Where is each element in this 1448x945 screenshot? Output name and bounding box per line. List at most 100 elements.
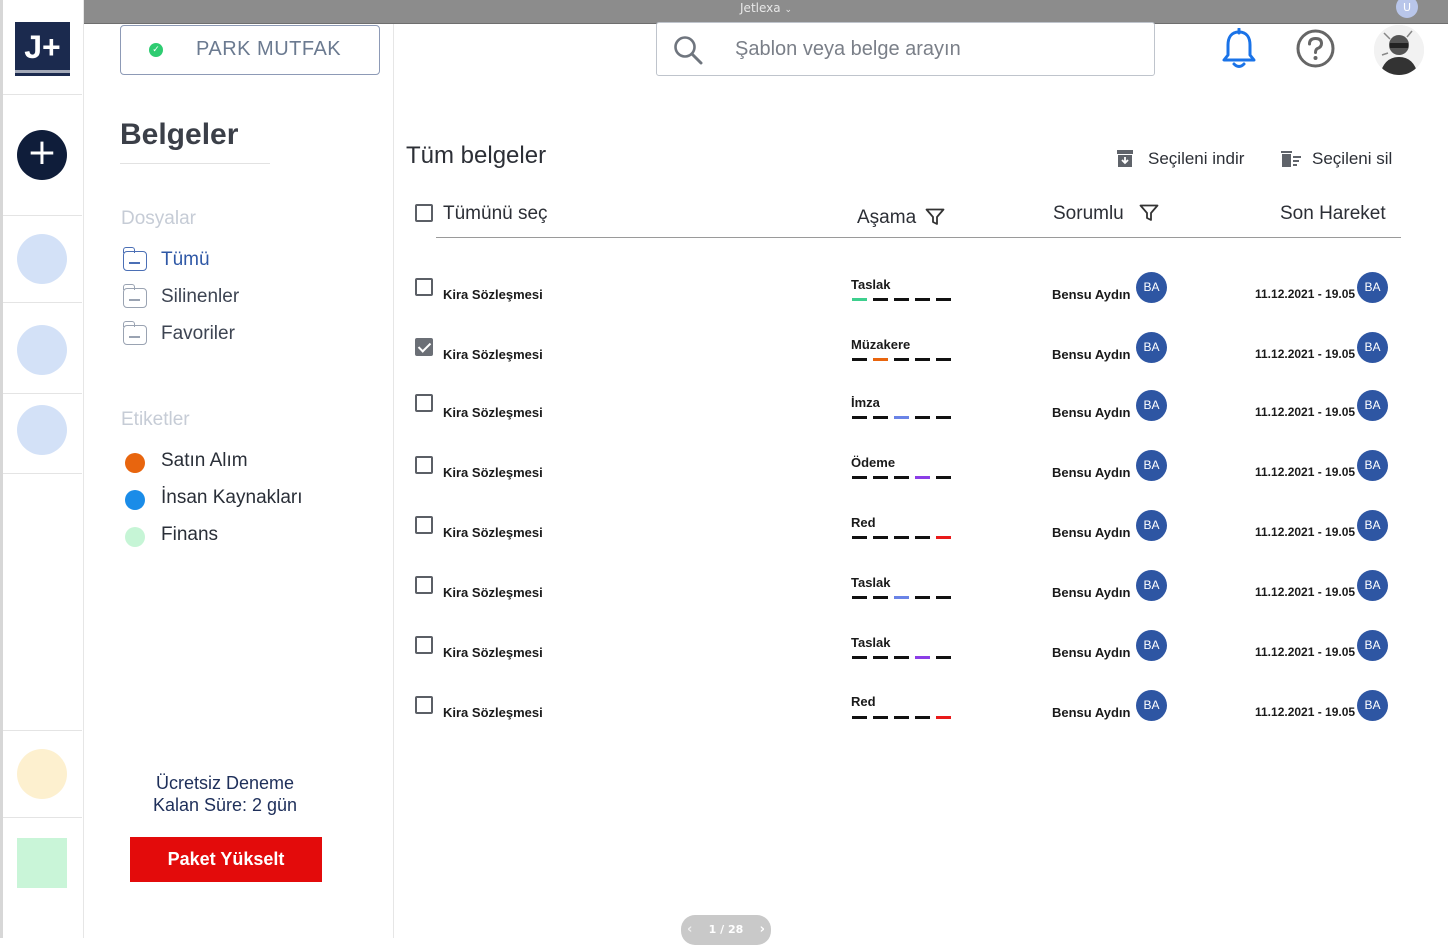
tag-item-purchasing[interactable]: Satın Alım <box>125 450 365 474</box>
last-activity-avatar[interactable]: BA <box>1357 630 1388 661</box>
column-header-last-activity[interactable]: Son Hareket <box>1280 203 1386 225</box>
chevron-right-icon[interactable]: › <box>760 915 765 945</box>
document-name[interactable]: Kira Sözleşmesi <box>443 705 543 720</box>
download-selected-button[interactable]: Seçileni indir <box>1116 147 1256 171</box>
rail-divider <box>3 94 82 95</box>
rail-app-tile[interactable] <box>17 838 67 888</box>
chevron-left-icon[interactable]: ‹ <box>687 915 692 945</box>
user-avatar[interactable] <box>1374 25 1424 75</box>
stage-progress-segment <box>894 536 909 539</box>
row-checkbox[interactable] <box>415 696 433 714</box>
owner-name: Bensu Aydın <box>1052 705 1131 720</box>
stage-progress-segment <box>894 476 909 479</box>
document-name[interactable]: Kira Sözleşmesi <box>443 287 543 302</box>
folder-item-deleted[interactable]: Silinenler <box>122 284 353 310</box>
document-name[interactable]: Kira Sözleşmesi <box>443 585 543 600</box>
upgrade-plan-button[interactable]: Paket Yükselt <box>130 837 322 882</box>
folder-item-all[interactable]: Tümü <box>122 247 353 273</box>
owner-name: Bensu Aydın <box>1052 405 1131 420</box>
row-checkbox[interactable] <box>415 338 433 356</box>
table-row[interactable]: Kira Sözleşmesi Taslak Bensu Aydın BA 11.12.… <box>406 570 1396 615</box>
owner-avatar[interactable]: BA <box>1136 630 1167 661</box>
last-activity-avatar[interactable]: BA <box>1357 390 1388 421</box>
table-row[interactable]: Kira Sözleşmesi Red Bensu Aydın BA 11.12.202… <box>406 690 1396 735</box>
row-checkbox[interactable] <box>415 278 433 296</box>
search-input[interactable] <box>735 34 1135 64</box>
rail-workspace-avatar[interactable] <box>17 405 67 455</box>
last-activity-avatar[interactable]: BA <box>1357 690 1388 721</box>
stage-progress-segment <box>852 358 867 361</box>
folder-item-favorites[interactable]: Favoriler <box>122 321 353 347</box>
owner-avatar[interactable]: BA <box>1136 690 1167 721</box>
folder-icon <box>122 321 147 345</box>
document-name[interactable]: Kira Sözleşmesi <box>443 347 543 362</box>
notification-bell-icon[interactable] <box>1221 28 1257 70</box>
last-activity-date: 11.12.2021 - 19.05 <box>1255 585 1356 599</box>
tag-item-finance[interactable]: Finans <box>125 524 365 548</box>
delete-selected-button[interactable]: Seçileni sil <box>1280 147 1400 171</box>
last-activity-avatar[interactable]: BA <box>1357 272 1388 303</box>
stage-progress-segment <box>936 536 951 539</box>
row-checkbox[interactable] <box>415 394 433 412</box>
select-all-checkbox[interactable] <box>415 204 433 222</box>
tag-label: İnsan Kaynakları <box>161 487 303 508</box>
document-name[interactable]: Kira Sözleşmesi <box>443 525 543 540</box>
owner-avatar[interactable]: BA <box>1136 390 1167 421</box>
search-bar[interactable] <box>656 22 1155 76</box>
app-logo[interactable]: J+ <box>15 22 70 76</box>
owner-avatar[interactable]: BA <box>1136 332 1167 363</box>
window-user-avatar[interactable]: U <box>1396 0 1418 18</box>
row-checkbox[interactable] <box>415 516 433 534</box>
help-icon[interactable] <box>1296 29 1335 68</box>
document-name[interactable]: Kira Sözleşmesi <box>443 465 543 480</box>
window-title-text: Jetlexa <box>740 1 781 15</box>
table-row[interactable]: Kira Sözleşmesi Taslak Bensu Aydın BA 11.12.… <box>406 630 1396 675</box>
add-document-button[interactable]: + <box>17 130 67 180</box>
stage-progress-segment <box>894 716 909 719</box>
stage-filter-icon[interactable] <box>925 208 945 226</box>
rail-workspace-avatar[interactable] <box>17 234 67 284</box>
table-row[interactable]: Kira Sözleşmesi Müzakere Bensu Aydın BA 11.1… <box>406 332 1396 377</box>
workspace-selector[interactable]: ✓ PARK MUTFAK <box>120 25 380 75</box>
table-row[interactable]: Kira Sözleşmesi Taslak Bensu Aydın BA 11.12.… <box>406 272 1396 317</box>
stage-progress-segment <box>894 416 909 419</box>
rail-user-avatar[interactable] <box>17 749 67 799</box>
rail-divider <box>3 473 82 474</box>
stage-progress-segment <box>936 656 951 659</box>
window-title[interactable]: Jetlexa ⌄ <box>84 1 1448 15</box>
column-header-owner[interactable]: Sorumlu <box>1053 203 1124 225</box>
rail-workspace-avatar[interactable] <box>17 325 67 375</box>
documents-title: Tüm belgeler <box>406 142 547 169</box>
document-name[interactable]: Kira Sözleşmesi <box>443 645 543 660</box>
stage-progress-segment <box>894 656 909 659</box>
table-row[interactable]: Kira Sözleşmesi Red Bensu Aydın BA 11.12.202… <box>406 510 1396 555</box>
tag-label: Satın Alım <box>161 450 248 471</box>
tag-item-hr[interactable]: İnsan Kaynakları <box>125 487 365 511</box>
workspace-status-icon: ✓ <box>149 43 163 57</box>
owner-avatar[interactable]: BA <box>1136 570 1167 601</box>
stage-progress-segment <box>873 358 888 361</box>
owner-avatar[interactable]: BA <box>1136 272 1167 303</box>
owner-filter-icon[interactable] <box>1139 204 1159 222</box>
owner-name: Bensu Aydın <box>1052 585 1131 600</box>
last-activity-avatar[interactable]: BA <box>1357 510 1388 541</box>
row-checkbox[interactable] <box>415 456 433 474</box>
table-row[interactable]: Kira Sözleşmesi Ödeme Bensu Aydın BA 11.12.2… <box>406 450 1396 495</box>
owner-avatar[interactable]: BA <box>1136 450 1167 481</box>
row-checkbox[interactable] <box>415 576 433 594</box>
row-checkbox[interactable] <box>415 636 433 654</box>
last-activity-date: 11.12.2021 - 19.05 <box>1255 287 1356 301</box>
stage-progress <box>852 358 952 362</box>
last-activity-avatar[interactable]: BA <box>1357 570 1388 601</box>
owner-name: Bensu Aydın <box>1052 347 1131 362</box>
trial-line: Ücretsiz Deneme <box>155 773 295 793</box>
last-activity-avatar[interactable]: BA <box>1357 332 1388 363</box>
last-activity-avatar[interactable]: BA <box>1357 450 1388 481</box>
column-header-stage[interactable]: Aşama <box>857 207 916 229</box>
document-name[interactable]: Kira Sözleşmesi <box>443 405 543 420</box>
table-row[interactable]: Kira Sözleşmesi İmza Bensu Aydın BA 11.12.20… <box>406 390 1396 435</box>
owner-avatar[interactable]: BA <box>1136 510 1167 541</box>
select-all-label[interactable]: Tümünü seç <box>443 203 548 225</box>
owner-name: Bensu Aydın <box>1052 645 1131 660</box>
last-activity-date: 11.12.2021 - 19.05 <box>1255 347 1356 361</box>
